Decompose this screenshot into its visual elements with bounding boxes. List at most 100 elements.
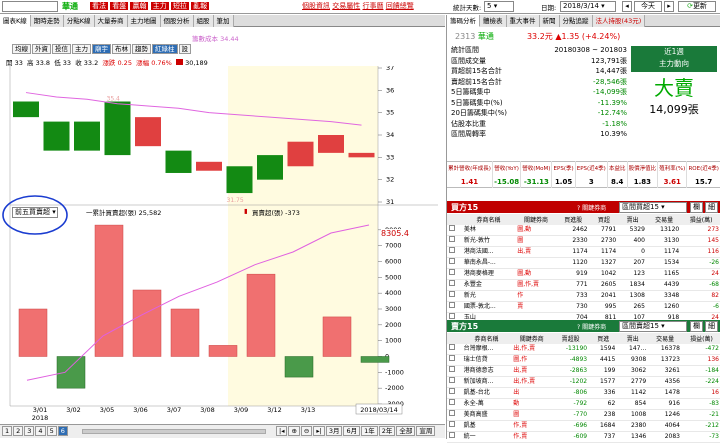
range-6m[interactable]: 6月 xyxy=(343,426,361,436)
broker-row[interactable]: 凱基 作,賣 -696 1684 2380 4064 -212 xyxy=(447,420,720,432)
menu-short[interactable]: 短拉 xyxy=(170,2,189,10)
range-3m[interactable]: 3月 xyxy=(325,426,343,436)
menu-win[interactable]: 贏翰 xyxy=(130,2,149,10)
zoom-out-icon[interactable]: ⊖ xyxy=(300,426,313,436)
refresh-button[interactable]: ⟳更新 xyxy=(678,1,716,12)
range-2y[interactable]: 2年 xyxy=(378,426,396,436)
tab-kline[interactable]: 圖表K線 xyxy=(0,15,31,27)
stock-input[interactable] xyxy=(2,1,58,12)
broker-row[interactable]: 永全-萬動 -792 62 854 916 -83 xyxy=(447,398,720,410)
tb-foreign[interactable]: 外資 xyxy=(32,44,51,54)
tb-redgreen[interactable]: 紅綠柱 xyxy=(152,44,178,54)
page-5[interactable]: 5 xyxy=(46,426,57,436)
broker-row[interactable]: 港商麥格理 圖,動 919 1042 123 1165 24 xyxy=(447,268,720,280)
row-checkbox[interactable] xyxy=(449,236,455,242)
broker-row[interactable]: 台灣摩根... 出,作,賣 -13190 1594 147... 16378 -472 xyxy=(447,344,720,355)
tab-trend[interactable]: 期時走勢 xyxy=(30,15,64,27)
broker-row[interactable]: 美林 圖,動 2462 7791 5329 13120 273 xyxy=(447,225,720,236)
buy-range-select[interactable]: 區間買超15 ▾ xyxy=(619,202,687,213)
last-icon[interactable]: ▸| xyxy=(313,426,325,436)
row-checkbox[interactable] xyxy=(449,313,455,319)
broker-row[interactable]: 港商法國... 出,賣 1174 1174 0 1174 116 xyxy=(447,246,720,258)
tb-settings[interactable]: 設 xyxy=(178,44,191,54)
tab-branch-k[interactable]: 分點K線 xyxy=(63,15,95,27)
broker-row[interactable]: 新光-敦竹圖 2330 2730 400 3130 145 xyxy=(447,235,720,247)
broker-row[interactable]: 新加坡商... 出,作,賣 -1202 1577 2779 4356 -224 xyxy=(447,376,720,388)
row-checkbox[interactable] xyxy=(449,225,455,231)
buy-detail-button[interactable]: 細 xyxy=(705,202,718,213)
menu-watch[interactable]: 看盤 xyxy=(110,2,129,10)
prev-icon[interactable]: ◂ xyxy=(622,1,632,12)
link-feedback[interactable]: 回饋總覽 xyxy=(386,2,414,10)
broker-row[interactable]: 華南永昌-... 1120 1327 207 1534 -26 xyxy=(447,257,720,269)
column-header[interactable]: 關鍵券商 xyxy=(515,214,557,225)
row-checkbox[interactable] xyxy=(449,355,455,361)
column-header[interactable]: 交易量 xyxy=(646,214,682,225)
tab-analysis[interactable]: 個股分析 xyxy=(160,15,194,27)
row-checkbox[interactable] xyxy=(449,280,455,286)
column-header[interactable]: 券商名稱 xyxy=(461,333,512,344)
tab-group[interactable]: 組股 xyxy=(193,15,214,27)
link-calendar[interactable]: 行事曆 xyxy=(362,2,383,10)
sell-col-button[interactable]: 欄 xyxy=(690,321,703,332)
broker-row[interactable]: 瑞士信貸 圖,作 -4893 4415 9308 13723 136 xyxy=(447,354,720,366)
column-header[interactable]: 買超 xyxy=(589,214,619,225)
column-header[interactable]: 券商名稱 xyxy=(461,214,516,225)
link-trade[interactable]: 交易屬性 xyxy=(332,2,360,10)
row-checkbox[interactable] xyxy=(449,377,455,383)
tab-branch[interactable]: 分點追蹤 xyxy=(559,15,593,27)
page-2[interactable]: 2 xyxy=(13,426,24,436)
column-header[interactable]: 損益(萬) xyxy=(681,333,720,344)
menu-chaos[interactable]: 亂報 xyxy=(191,2,210,10)
broker-row[interactable]: 美商高盛圖 -770 238 1008 1246 -21 xyxy=(447,409,720,421)
row-checkbox[interactable] xyxy=(449,366,455,372)
broker-row[interactable]: 永豐金 圖,作,賣 771 2605 1834 4439 -68 xyxy=(447,279,720,291)
menu-view[interactable]: 看法 xyxy=(90,2,108,10)
column-header[interactable]: 買進 xyxy=(589,333,618,344)
broker-row[interactable]: 港商德意志 出,賣 -2863 199 3062 3261 -184 xyxy=(447,365,720,377)
column-header[interactable]: 交易量 xyxy=(648,333,682,344)
row-checkbox[interactable] xyxy=(449,291,455,297)
next-icon[interactable]: ▸ xyxy=(664,1,674,12)
tab-institution[interactable]: 法人持股(43元) xyxy=(592,15,646,27)
tb-trust[interactable]: 投信 xyxy=(52,44,71,54)
scrollbar[interactable] xyxy=(82,429,266,434)
tb-temple[interactable]: 廟宇 xyxy=(92,44,111,54)
column-header[interactable]: 賣出 xyxy=(618,214,647,225)
row-checkbox[interactable] xyxy=(449,388,455,394)
column-header[interactable]: 買進股 xyxy=(556,214,590,225)
row-checkbox[interactable] xyxy=(449,247,455,253)
tab-events[interactable]: 重大事件 xyxy=(506,15,540,27)
page-3[interactable]: 3 xyxy=(24,426,35,436)
tab-chips[interactable]: 籌碼分析 xyxy=(447,15,480,27)
tb-ma[interactable]: 均線 xyxy=(12,44,31,54)
tab-news[interactable]: 新聞 xyxy=(539,15,560,27)
row-checkbox[interactable] xyxy=(449,302,455,308)
page-4[interactable]: 4 xyxy=(35,426,46,436)
date-select[interactable]: 2018/3/14 ▾ xyxy=(560,1,616,12)
row-checkbox[interactable] xyxy=(449,410,455,416)
row-checkbox[interactable] xyxy=(449,399,455,405)
menu-main[interactable]: 主力 xyxy=(150,2,169,10)
row-checkbox[interactable] xyxy=(449,269,455,275)
tab-add[interactable]: 筆加 xyxy=(213,15,234,27)
days-select[interactable]: 5 ▾ xyxy=(484,1,514,12)
sell-range-select[interactable]: 區間賣超15 ▾ xyxy=(619,321,687,332)
column-header[interactable]: 賣出 xyxy=(617,333,649,344)
range-1y[interactable]: 1年 xyxy=(361,426,378,436)
tab-main-map[interactable]: 主力地圖 xyxy=(127,15,161,27)
row-checkbox[interactable] xyxy=(449,258,455,264)
row-checkbox[interactable] xyxy=(449,421,455,427)
buy-col-button[interactable]: 欄 xyxy=(690,202,703,213)
range-all[interactable]: 全部 xyxy=(396,426,416,436)
tab-checkup[interactable]: 體檢表 xyxy=(480,15,507,27)
broker-row[interactable]: 新光作 733 2041 1308 3348 82 xyxy=(447,290,720,302)
tab-volume-broker[interactable]: 大量券商 xyxy=(94,15,128,27)
broker-row[interactable]: 凱基-台北出 -806 336 1142 1478 16 xyxy=(447,387,720,399)
tb-main[interactable]: 主力 xyxy=(72,44,91,54)
row-checkbox[interactable] xyxy=(449,432,455,438)
today-button[interactable]: 今天 xyxy=(634,1,662,12)
page-6[interactable]: 6 xyxy=(57,426,68,436)
range-week[interactable]: 宣周 xyxy=(416,426,436,436)
link-info[interactable]: 個股資訊 xyxy=(302,2,330,10)
